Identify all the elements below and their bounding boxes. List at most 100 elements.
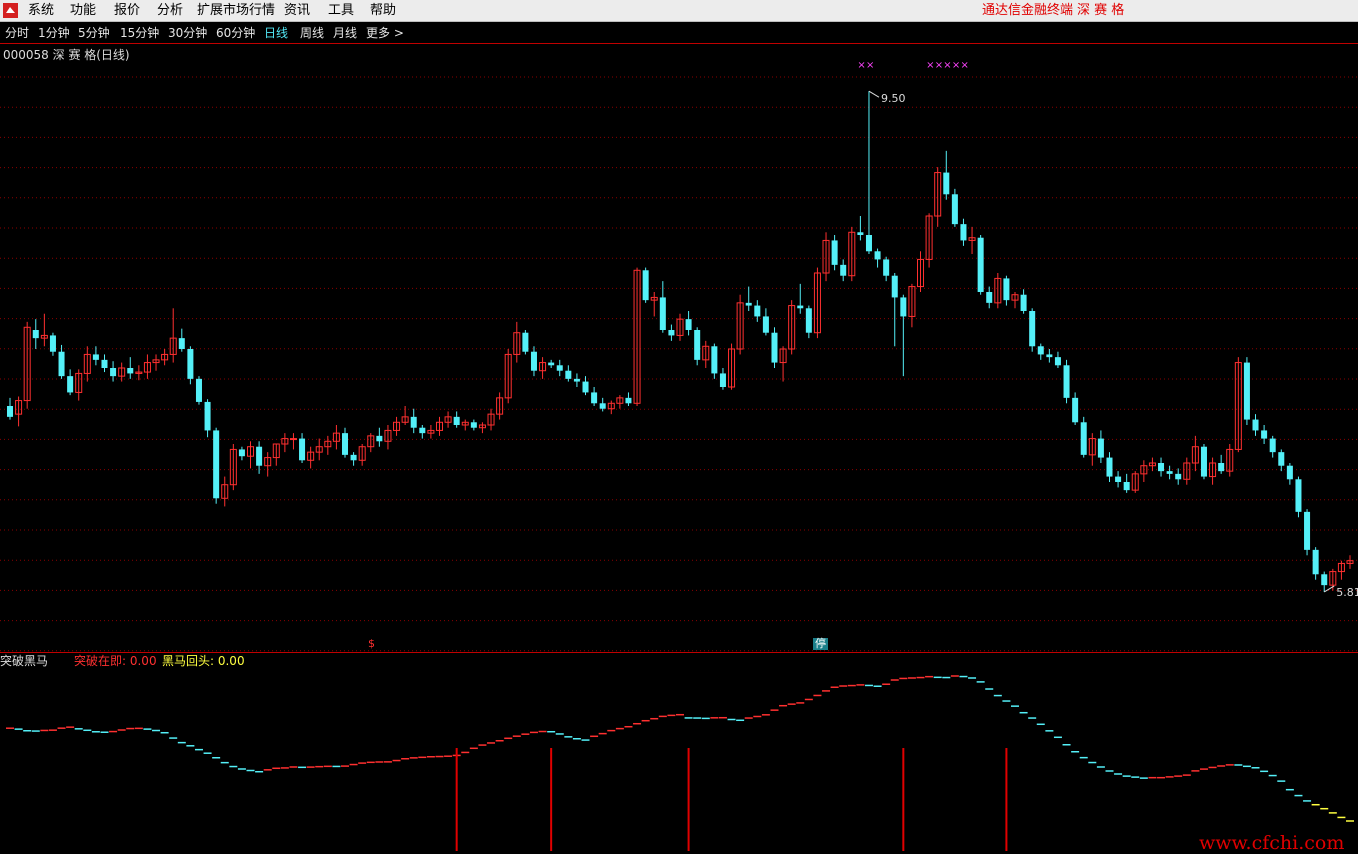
- candle-body: [865, 235, 872, 252]
- candle-body: [951, 194, 958, 225]
- candle-body: [599, 403, 606, 409]
- period-tab-realtime[interactable]: 分时: [5, 26, 29, 41]
- period-toolbar: 分时 1分钟 5分钟 15分钟 30分钟 60分钟 日线 周线 月线 更多 >: [0, 23, 1358, 44]
- menu-news[interactable]: 资讯: [284, 3, 310, 19]
- menu-help[interactable]: 帮助: [370, 3, 396, 19]
- indicator-name: 突破黑马: [0, 654, 49, 668]
- app-logo-icon: [3, 3, 18, 18]
- top-signal-marker: ×: [935, 60, 943, 71]
- candle-body: [1080, 422, 1087, 455]
- candle-body: [591, 392, 598, 404]
- candle-body: [1054, 357, 1061, 366]
- candle-body: [238, 449, 245, 457]
- candle-body: [67, 376, 74, 393]
- top-signal-marker: ×: [943, 60, 951, 71]
- menu-analysis[interactable]: 分析: [157, 3, 183, 19]
- candle-body: [685, 319, 692, 330]
- menu-quote[interactable]: 报价: [114, 3, 140, 19]
- stock-name-title: 深 赛 格: [1077, 3, 1125, 18]
- candle-body: [1020, 294, 1027, 311]
- candle-body: [1037, 346, 1044, 355]
- candle-body: [58, 351, 65, 377]
- candle-body: [831, 240, 838, 265]
- candle-body: [625, 397, 632, 404]
- period-tab-5min[interactable]: 5分钟: [78, 26, 110, 41]
- candle-body: [1029, 311, 1036, 347]
- candle-body: [1106, 457, 1113, 477]
- candle-body: [1252, 419, 1259, 431]
- period-tab-daily[interactable]: 日线: [264, 26, 288, 41]
- candlestick-chart[interactable]: 9.505.81× × × × × × ×: [0, 44, 1358, 652]
- candle-body: [1046, 354, 1053, 358]
- top-signal-marker: ×: [952, 60, 960, 71]
- candle-body: [986, 292, 993, 303]
- candle-body: [891, 275, 898, 298]
- candle-body: [299, 438, 306, 461]
- candle-body: [195, 378, 202, 402]
- candle-body: [92, 354, 99, 360]
- candle-body: [548, 362, 555, 366]
- high-pointer: [868, 90, 880, 98]
- candle-body: [565, 370, 572, 379]
- candle-body: [573, 378, 580, 382]
- period-tab-1min[interactable]: 1分钟: [38, 26, 70, 41]
- candle-body: [754, 305, 761, 317]
- candle-body: [1175, 473, 1182, 480]
- candle-body: [350, 454, 357, 461]
- candle-body: [1072, 397, 1079, 423]
- top-signal-marker: ×: [857, 60, 865, 71]
- top-signal-marker: ×: [866, 60, 874, 71]
- period-tab-weekly[interactable]: 周线: [300, 26, 324, 41]
- candle-body: [1321, 574, 1328, 586]
- candle-body: [1166, 471, 1173, 474]
- candle-body: [522, 332, 529, 352]
- candle-body: [960, 224, 967, 241]
- candle-body: [745, 302, 752, 306]
- candle-body: [977, 237, 984, 292]
- period-tab-30min[interactable]: 30分钟: [168, 26, 207, 41]
- candle-body: [1278, 452, 1285, 466]
- candle-body: [1269, 438, 1276, 453]
- candle-body: [289, 438, 297, 441]
- candle-body: [213, 430, 220, 499]
- brand-title: 通达信金融终端: [982, 3, 1074, 18]
- menu-system[interactable]: 系统: [28, 3, 54, 19]
- candle-body: [1243, 362, 1250, 420]
- top-signal-marker: ×: [926, 60, 934, 71]
- candle-body: [1123, 482, 1130, 491]
- candle-body: [874, 251, 881, 260]
- candle-body: [204, 401, 211, 431]
- candle-body: [659, 297, 666, 330]
- candle-body: [943, 172, 950, 195]
- signal-marker-s: $: [368, 637, 375, 650]
- menu-tools[interactable]: 工具: [328, 3, 354, 19]
- period-tab-monthly[interactable]: 月线: [333, 26, 357, 41]
- candle-body: [711, 346, 718, 374]
- candle-body: [419, 427, 426, 434]
- period-tab-more[interactable]: 更多 >: [366, 26, 404, 41]
- candle-body: [256, 446, 263, 466]
- candle-body: [719, 373, 726, 387]
- candle-body: [110, 368, 117, 377]
- suspension-marker: 停: [813, 637, 828, 650]
- candle-body: [1115, 476, 1122, 482]
- indicator-pullback-value: 黑马回头: 0.00: [162, 654, 245, 668]
- candle-body: [1304, 511, 1311, 550]
- candle-body: [101, 359, 108, 368]
- menu-function[interactable]: 功能: [70, 3, 96, 19]
- indicator-chart[interactable]: [0, 653, 1358, 853]
- high-price-label: 9.50: [881, 92, 906, 105]
- top-signal-marker: ×: [960, 60, 968, 71]
- candle-body: [1063, 365, 1070, 398]
- candle-body: [453, 416, 460, 425]
- indicator-breakout-value: 突破在即: 0.00: [74, 654, 157, 668]
- candle-body: [1097, 438, 1104, 458]
- candle-body: [127, 368, 134, 374]
- candle-body: [762, 316, 769, 333]
- period-tab-15min[interactable]: 15分钟: [120, 26, 159, 41]
- period-tab-60min[interactable]: 60分钟: [216, 26, 255, 41]
- candle-body: [1158, 463, 1165, 472]
- candle-body: [341, 433, 349, 455]
- candle-body: [694, 330, 701, 360]
- menu-extended-market[interactable]: 扩展市场行情: [197, 3, 275, 19]
